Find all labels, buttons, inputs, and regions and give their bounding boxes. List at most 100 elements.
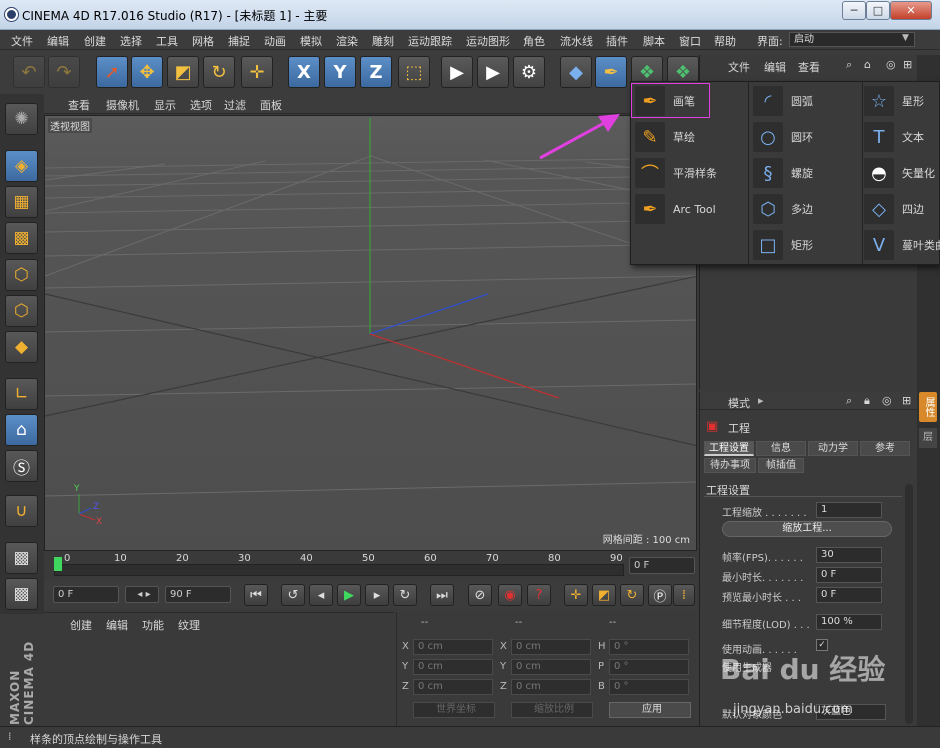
menu-plugins[interactable]: 插件 <box>606 33 628 49</box>
start-frame-field[interactable]: 0 F <box>53 586 119 603</box>
min-time-field[interactable]: 0 F <box>816 567 882 583</box>
go-to-end-icon[interactable]: ⏭ <box>430 584 454 606</box>
layer-icon[interactable]: ◎ <box>886 58 896 71</box>
rot-p-field[interactable]: 0 ° <box>609 659 689 675</box>
y-axis-icon[interactable]: Y <box>324 56 356 88</box>
play-small-icon[interactable]: ▸ <box>758 394 764 407</box>
attr-target-icon[interactable]: ◎ <box>882 394 892 407</box>
z-axis-icon[interactable]: Z <box>360 56 392 88</box>
obj-menu-edit[interactable]: 编辑 <box>764 59 786 75</box>
tweak-mode-icon[interactable]: ⌂ <box>5 414 38 446</box>
layers-side-tab[interactable]: 层 <box>919 428 937 448</box>
attributes-side-tab[interactable]: 属性 <box>919 392 937 422</box>
obj-menu-file[interactable]: 文件 <box>728 59 750 75</box>
menu-create[interactable]: 创建 <box>84 33 106 49</box>
menu-pipeline[interactable]: 流水线 <box>560 33 593 49</box>
rot-h-field[interactable]: 0 ° <box>609 639 689 655</box>
move-plus-icon[interactable]: ✛ <box>241 56 273 88</box>
menu-sculpt[interactable]: 雕刻 <box>372 33 394 49</box>
menu-mograph[interactable]: 运动图形 <box>466 33 510 49</box>
make-editable-icon[interactable]: ✺ <box>5 103 38 135</box>
tab-info[interactable]: 信息 <box>756 441 806 456</box>
mat-menu-edit[interactable]: 编辑 <box>106 617 128 633</box>
prev-frame-icon[interactable]: ◂ <box>309 584 333 606</box>
menu-character[interactable]: 角色 <box>523 33 545 49</box>
vp-menu-view[interactable]: 查看 <box>68 97 90 113</box>
attr-new-window-icon[interactable]: ⊞ <box>902 394 911 407</box>
workplane-lock-icon[interactable]: ▩ <box>5 542 38 574</box>
workplane-mode-icon[interactable]: ▩ <box>5 222 38 254</box>
key-param-icon[interactable]: Ⓟ <box>648 584 672 606</box>
snap-icon[interactable]: Ⓢ <box>5 450 38 482</box>
menu-snap[interactable]: 捕捉 <box>228 33 250 49</box>
spline-polygon-item[interactable]: ⬡ 多边 <box>753 194 813 224</box>
render-picture-icon[interactable]: ▶ <box>477 56 509 88</box>
texture-mode-icon[interactable]: ▦ <box>5 186 38 218</box>
render-settings-icon[interactable]: ⚙ <box>513 56 545 88</box>
tab-reference[interactable]: 参考 <box>860 441 910 456</box>
key-position-icon[interactable]: ✛ <box>564 584 588 606</box>
size-y-field[interactable]: 0 cm <box>511 659 591 675</box>
key-pla-icon[interactable]: ⁞ <box>673 584 695 606</box>
pos-x-field[interactable]: 0 cm <box>413 639 493 655</box>
spline-sketch-item[interactable]: ✎ 草绘 <box>635 122 695 152</box>
mat-menu-create[interactable]: 创建 <box>70 617 92 633</box>
world-coord-select[interactable]: 世界坐标 <box>413 702 495 718</box>
attr-search-icon[interactable]: ⌕ <box>846 394 852 408</box>
model-mode-icon[interactable]: ◈ <box>5 150 38 182</box>
axis-mode-icon[interactable]: ∟ <box>5 378 38 410</box>
menu-script[interactable]: 脚本 <box>643 33 665 49</box>
spline-star-item[interactable]: ☆ 星形 <box>864 86 924 116</box>
autokey-icon[interactable]: ◉ <box>498 584 522 606</box>
spline-cissoid-item[interactable]: V蔓叶类曲线 <box>864 230 940 260</box>
menu-mesh[interactable]: 网格 <box>192 33 214 49</box>
scale-project-button[interactable]: 缩放工程... <box>722 521 892 537</box>
tab-dynamics[interactable]: 动力学 <box>808 441 858 456</box>
mat-menu-function[interactable]: 功能 <box>142 617 164 633</box>
menu-simulate[interactable]: 模拟 <box>300 33 322 49</box>
scale-icon[interactable]: ◩ <box>167 56 199 88</box>
spline-vectorizer-item[interactable]: ◓ 矢量化 <box>864 158 935 188</box>
planar-workplane-icon[interactable]: ▩ <box>5 578 38 610</box>
search-icon[interactable]: ⌕ <box>846 58 852 72</box>
timeline-playhead[interactable] <box>54 557 62 571</box>
rot-b-field[interactable]: 0 ° <box>609 679 689 695</box>
spline-text-item[interactable]: T 文本 <box>864 122 924 152</box>
obj-menu-view[interactable]: 查看 <box>798 59 820 75</box>
world-coord-icon[interactable]: ⬚ <box>398 56 430 88</box>
size-x-field[interactable]: 0 cm <box>511 639 591 655</box>
points-mode-icon[interactable]: ⬡ <box>5 259 38 291</box>
cube-icon[interactable]: ◆ <box>560 56 592 88</box>
menu-render[interactable]: 渲染 <box>336 33 358 49</box>
minimize-button[interactable]: ─ <box>842 1 866 20</box>
polygons-mode-icon[interactable]: ◆ <box>5 331 38 363</box>
end-frame-field[interactable]: 90 F <box>165 586 231 603</box>
rotate-icon[interactable]: ↻ <box>203 56 235 88</box>
perspective-viewport[interactable]: 透视视图 Y X Z 网格间距 : 100 cm <box>44 115 697 551</box>
frame-range-slider[interactable]: ◂ ▸ <box>125 586 159 603</box>
vp-menu-options[interactable]: 选项 <box>190 97 212 113</box>
render-view-icon[interactable]: ▶ <box>441 56 473 88</box>
redo-icon[interactable]: ↷ <box>48 56 80 88</box>
home-icon[interactable]: ⌂ <box>864 58 871 71</box>
next-key-icon[interactable]: ↻ <box>393 584 417 606</box>
menu-window[interactable]: 窗口 <box>679 33 701 49</box>
menu-motion-tracking[interactable]: 运动跟踪 <box>408 33 452 49</box>
spline-smooth-item[interactable]: ⌒ 平滑样条 <box>635 158 717 188</box>
menu-select[interactable]: 选择 <box>120 33 142 49</box>
maximize-button[interactable]: □ <box>866 1 890 20</box>
size-z-field[interactable]: 0 cm <box>511 679 591 695</box>
mat-menu-texture[interactable]: 纹理 <box>178 617 200 633</box>
next-frame-icon[interactable]: ▸ <box>365 584 389 606</box>
timeline-ruler[interactable] <box>54 564 624 576</box>
x-axis-icon[interactable]: X <box>288 56 320 88</box>
menu-file[interactable]: 文件 <box>11 33 33 49</box>
pos-y-field[interactable]: 0 cm <box>413 659 493 675</box>
chevron-down-icon[interactable]: ▼ <box>902 33 909 43</box>
apply-button[interactable]: 应用 <box>609 702 691 718</box>
tab-todo[interactable]: 待办事项 <box>704 458 756 473</box>
new-window-icon[interactable]: ⊞ <box>903 58 912 71</box>
tab-interpolation[interactable]: 帧插值 <box>758 458 804 473</box>
fps-field[interactable]: 30 <box>816 547 882 563</box>
attr-lock-icon[interactable]: 🔒︎ <box>864 394 870 408</box>
